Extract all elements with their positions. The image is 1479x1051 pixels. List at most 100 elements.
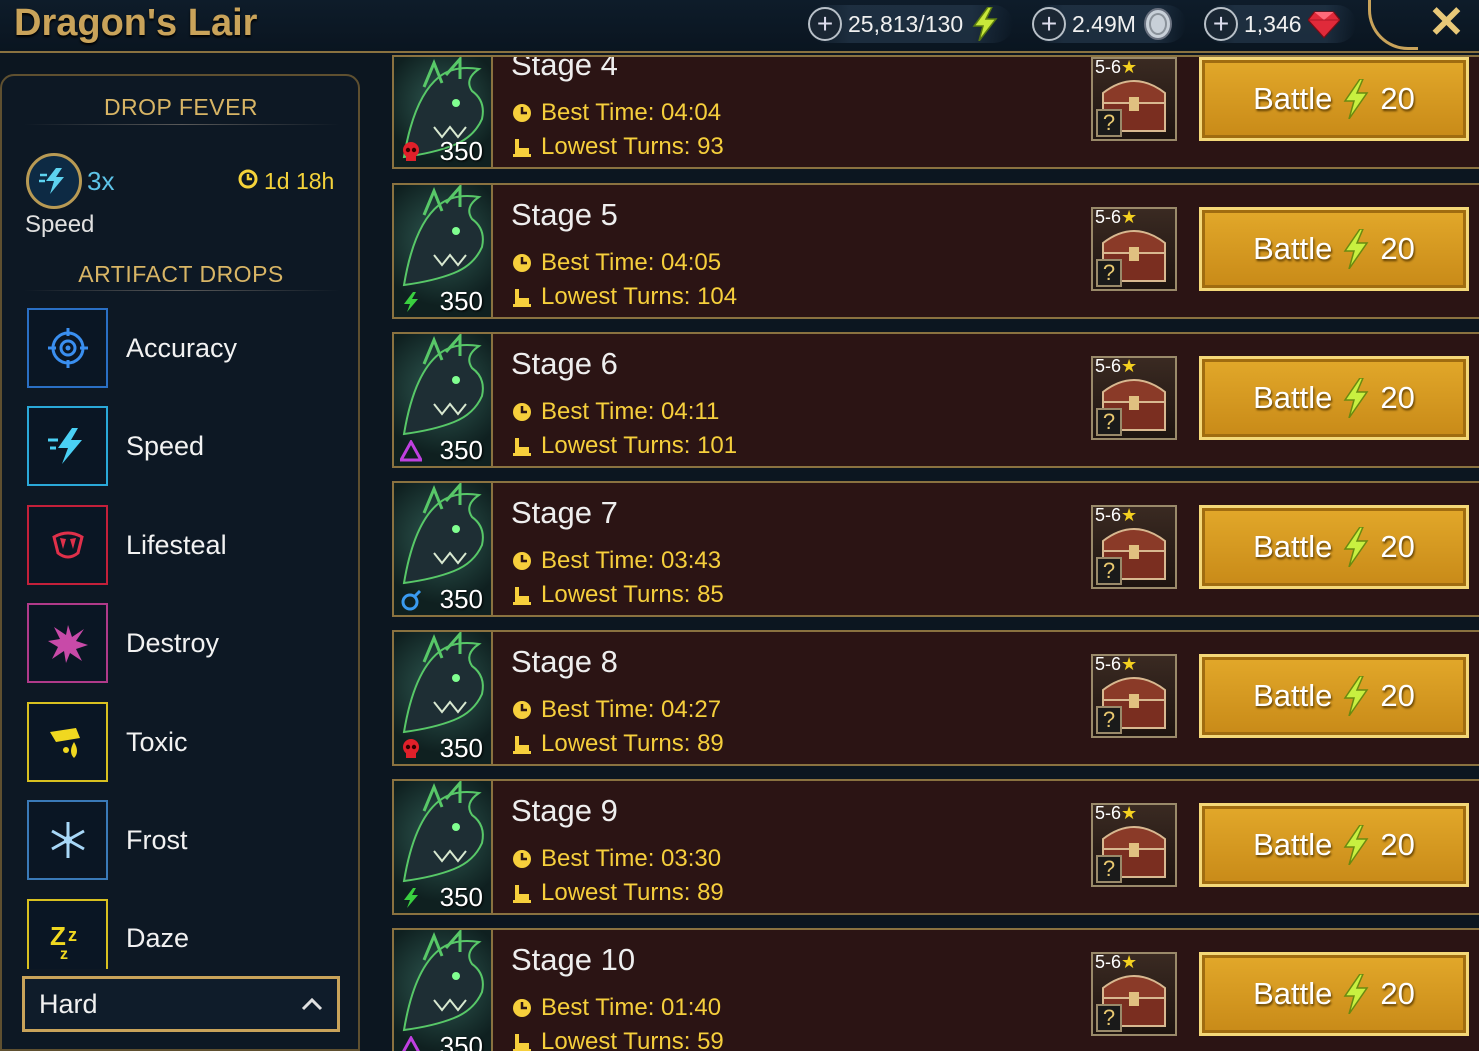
best-time: Best Time: 04:27 — [511, 696, 721, 724]
enemy-level: 350 — [439, 136, 483, 166]
clock-icon — [513, 701, 531, 719]
fever-multiplier: 3x — [87, 166, 115, 196]
artifact-toxic[interactable]: Toxic — [27, 702, 357, 782]
snowflake-icon — [27, 800, 108, 880]
lowest-turns-text: Lowest Turns: 89 — [541, 730, 724, 757]
close-icon[interactable]: ✕ — [1428, 0, 1465, 46]
lightning-icon — [1343, 79, 1369, 119]
artifact-destroy[interactable]: Destroy — [27, 603, 357, 683]
stage-name: Stage 6 — [511, 346, 618, 381]
star-icon: ★ — [1121, 505, 1138, 525]
battle-label: Battle — [1253, 678, 1333, 713]
battle-label: Battle — [1253, 976, 1333, 1011]
gems-value: 1,346 — [1244, 10, 1302, 37]
target-icon — [27, 308, 108, 388]
best-time: Best Time: 04:04 — [511, 99, 721, 127]
star-icon: ★ — [1121, 654, 1138, 674]
star-rating: 5-6★ — [1095, 57, 1137, 78]
add-gems-button[interactable]: + — [1204, 7, 1238, 41]
rewards-chest[interactable]: 5-6★ ? — [1091, 505, 1177, 589]
rewards-chest[interactable]: 5-6★ ? — [1091, 207, 1177, 291]
lowest-turns: Lowest Turns: 59 — [511, 1028, 724, 1051]
silver-counter[interactable]: + 2.49M — [1032, 5, 1186, 43]
lowest-turns: Lowest Turns: 93 — [511, 133, 724, 161]
star-range: 5-6 — [1095, 207, 1122, 227]
question-icon: ? — [1096, 109, 1122, 137]
lowest-turns-text: Lowest Turns: 93 — [541, 133, 724, 160]
star-range: 5-6 — [1095, 803, 1122, 823]
dragon-icon — [402, 483, 484, 585]
star-icon: ★ — [1121, 207, 1138, 227]
best-time-text: Best Time: 03:30 — [541, 845, 722, 872]
star-icon: ★ — [1121, 356, 1138, 376]
best-time-text: Best Time: 04:11 — [541, 398, 720, 425]
energy-cost: 20 — [1380, 529, 1415, 564]
star-rating: 5-6★ — [1095, 803, 1137, 824]
chevron-up-icon — [301, 997, 323, 1011]
lowest-turns-text: Lowest Turns: 85 — [541, 581, 724, 608]
enemy-level: 350 — [439, 733, 483, 763]
artifact-accuracy[interactable]: Accuracy — [27, 308, 357, 388]
rewards-chest[interactable]: 5-6★ ? — [1091, 952, 1177, 1036]
battle-button[interactable]: Battle 20 — [1199, 803, 1469, 887]
best-time-text: Best Time: 04:05 — [541, 249, 722, 276]
lowest-turns-text: Lowest Turns: 89 — [541, 879, 724, 906]
energy-counter[interactable]: + 25,813/130 — [808, 5, 1013, 43]
rewards-chest[interactable]: 5-6★ ? — [1091, 654, 1177, 738]
difficulty-select[interactable]: Hard — [22, 976, 340, 1032]
rewards-chest[interactable]: 5-6★ ? — [1091, 356, 1177, 440]
fangs-icon — [27, 505, 108, 585]
question-icon: ? — [1096, 557, 1122, 585]
lightning-icon — [969, 7, 1001, 41]
battle-button[interactable]: Battle 20 — [1199, 654, 1469, 738]
rewards-chest[interactable]: 5-6★ ? — [1091, 57, 1177, 141]
best-time-text: Best Time: 03:43 — [541, 547, 722, 574]
silver-value: 2.49M — [1072, 10, 1136, 37]
star-icon: ★ — [1121, 803, 1138, 823]
svg-text:z: z — [68, 925, 77, 945]
clock-icon — [513, 254, 531, 272]
gems-counter[interactable]: + 1,346 — [1204, 5, 1356, 43]
stage-row: 350 Stage 5 Best Time: 04:05 Lowest Turn… — [392, 183, 1479, 319]
star-rating: 5-6★ — [1095, 505, 1137, 526]
artifact-lifesteal[interactable]: Lifesteal — [27, 505, 357, 585]
speed-icon — [27, 406, 108, 486]
affinity-icon — [400, 291, 422, 313]
battle-label: Battle — [1253, 81, 1333, 116]
best-time-text: Best Time: 04:04 — [541, 99, 722, 126]
battle-button[interactable]: Battle 20 — [1199, 505, 1469, 589]
lightning-icon — [1343, 974, 1369, 1014]
ruby-icon — [1307, 8, 1340, 40]
enemy-level: 350 — [439, 286, 483, 316]
clock-icon — [513, 104, 531, 122]
battle-button[interactable]: Battle 20 — [1199, 207, 1469, 291]
question-icon: ? — [1096, 706, 1122, 734]
rewards-chest[interactable]: 5-6★ ? — [1091, 803, 1177, 887]
star-range: 5-6 — [1095, 57, 1122, 77]
affinity-icon — [400, 589, 422, 611]
battle-button[interactable]: Battle 20 — [1199, 57, 1469, 141]
energy-cost: 20 — [1380, 827, 1415, 862]
artifact-label: Daze — [126, 923, 190, 953]
affinity-icon — [400, 1036, 422, 1051]
artifact-daze[interactable]: Zzz Daze — [27, 899, 357, 969]
star-range: 5-6 — [1095, 952, 1122, 972]
enemy-level: 350 — [439, 882, 483, 912]
stage-row: 350 Stage 7 Best Time: 03:43 Lowest Turn… — [392, 481, 1479, 617]
artifact-speed[interactable]: Speed — [27, 406, 357, 486]
lowest-turns-text: Lowest Turns: 104 — [541, 283, 738, 310]
sidebar: DROP FEVER 3x 1d 18h Speed ARTIFACT DROP… — [0, 74, 360, 1051]
dragon-portrait: 350 — [394, 483, 493, 615]
speed-fever-icon — [26, 153, 82, 209]
battle-button[interactable]: Battle 20 — [1199, 356, 1469, 440]
best-time-text: Best Time: 01:40 — [541, 994, 722, 1021]
artifact-frost[interactable]: Frost — [27, 800, 357, 880]
battle-button[interactable]: Battle 20 — [1199, 952, 1469, 1036]
hourglass-icon — [513, 139, 531, 157]
artifact-drops-heading: ARTIFACT DROPS — [78, 261, 284, 287]
star-icon: ★ — [1121, 952, 1138, 972]
add-energy-button[interactable]: + — [808, 7, 842, 41]
dragon-portrait: 350 — [394, 334, 493, 466]
add-silver-button[interactable]: + — [1032, 7, 1066, 41]
zzz-icon: Zzz — [27, 899, 108, 969]
